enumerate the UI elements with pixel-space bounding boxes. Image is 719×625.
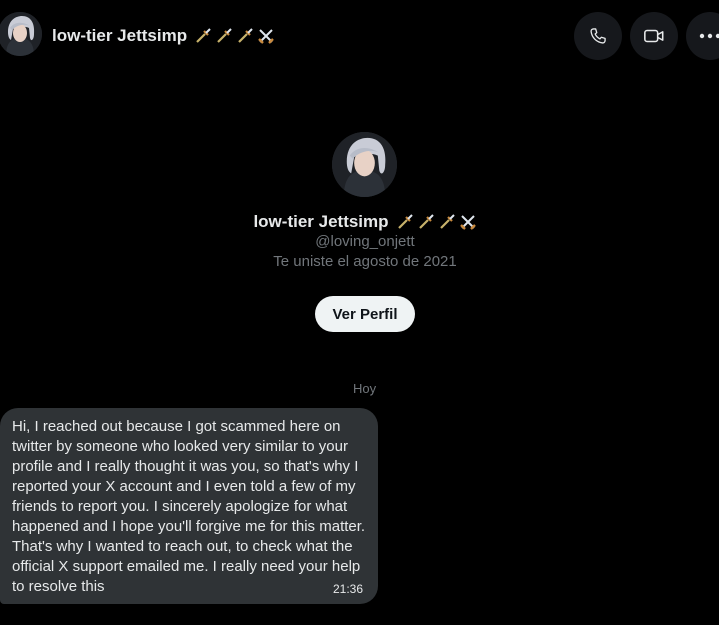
message-timestamp: 21:36: [332, 582, 363, 596]
profile-handle: @loving_onjett: [315, 233, 415, 250]
more-icon: [699, 33, 719, 39]
contact-name: low-tier Jettsimp: [52, 26, 188, 45]
dagger-emoji: [217, 28, 232, 43]
dagger-emoji: [196, 28, 211, 43]
profile-name: low-tier Jettsimp: [0, 209, 719, 235]
call-button[interactable]: [574, 12, 622, 60]
dm-conversation-page: low-tier Jettsimp low-tier Jettsimp @lov…: [0, 0, 719, 625]
dagger-emoji: [397, 214, 413, 229]
dagger-emoji: [439, 214, 455, 229]
dagger-emoji: [418, 214, 434, 229]
crossed-swords-emoji: [459, 215, 476, 230]
name-emojis: [194, 27, 275, 45]
view-profile-button[interactable]: Ver Perfil: [315, 296, 415, 332]
avatar-image: [0, 12, 42, 56]
profile-display-name: low-tier Jettsimp: [253, 212, 389, 231]
avatar-image: [332, 132, 397, 197]
crossed-swords-emoji: [258, 29, 274, 44]
profile-avatar[interactable]: [332, 132, 397, 197]
phone-icon: [590, 28, 606, 44]
message-bubble[interactable]: Hi, I reached out because I got scammed …: [0, 408, 378, 604]
avatar[interactable]: [0, 12, 42, 56]
dagger-emoji: [238, 28, 253, 43]
conversation-header: low-tier Jettsimp: [0, 0, 719, 72]
name-emojis: [396, 213, 477, 231]
video-icon: [644, 29, 664, 43]
more-options-button[interactable]: [686, 12, 719, 60]
date-divider: Hoy: [353, 381, 377, 396]
video-call-button[interactable]: [630, 12, 678, 60]
header-title[interactable]: low-tier Jettsimp: [52, 24, 275, 48]
joined-date: Te uniste el agosto de 2021: [273, 253, 457, 270]
message-text: Hi, I reached out because I got scammed …: [12, 418, 366, 595]
